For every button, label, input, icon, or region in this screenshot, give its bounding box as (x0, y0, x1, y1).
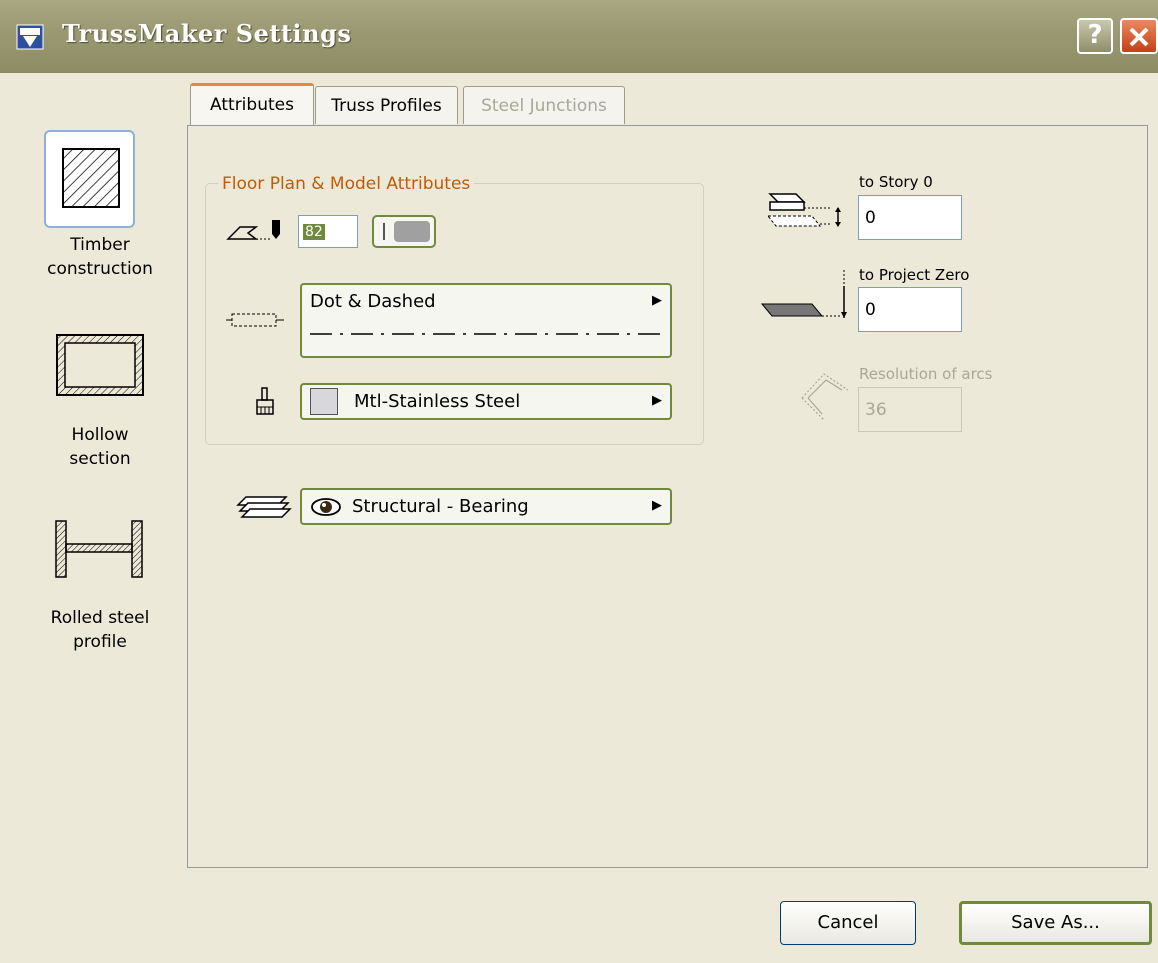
tab-truss-profiles[interactable]: Truss Profiles (315, 86, 458, 124)
line-type-preview (310, 333, 666, 335)
sidebar-item-label: construction (47, 259, 153, 279)
resolution-label: Resolution of arcs (859, 365, 993, 383)
story-elevation-value: 0 (865, 208, 876, 228)
tab-label: Steel Junctions (481, 96, 607, 116)
layer-label: Structural - Bearing (352, 496, 529, 517)
sidebar-item-label: Rolled steel (50, 608, 150, 628)
material-swatch (310, 388, 338, 415)
tab-label: Truss Profiles (331, 96, 442, 116)
app-icon (16, 24, 44, 50)
project-zero-input[interactable]: 0 (858, 287, 962, 332)
story-elevation-icon (766, 193, 841, 227)
material-label: Mtl-Stainless Steel (354, 391, 521, 412)
resolution-input: 36 (858, 387, 962, 432)
project-zero-icon (760, 270, 847, 318)
popup-arrow-icon: ▶ (652, 393, 662, 408)
cancel-label: Cancel (817, 912, 879, 933)
window-title: TrussMaker Settings (62, 19, 352, 48)
tab-steel-junctions: Steel Junctions (463, 86, 625, 124)
material-popup[interactable]: Mtl-Stainless Steel ▶ (300, 383, 672, 420)
sidebar-item-label: Hollow (71, 425, 129, 445)
hollow-section-icon (56, 334, 144, 396)
popup-arrow-icon: ▶ (652, 498, 662, 513)
project-zero-value: 0 (865, 300, 876, 320)
pen-number-field[interactable]: 82 (298, 215, 358, 248)
eye-icon (311, 498, 341, 516)
close-button[interactable] (1120, 18, 1158, 54)
help-icon: ? (1087, 20, 1103, 50)
sidebar-item-label: profile (73, 632, 127, 652)
group-title: Floor Plan & Model Attributes (218, 174, 475, 194)
sidebar-item-label: section (69, 449, 131, 469)
save-as-button[interactable]: Save As... (959, 901, 1152, 945)
pen-color-button[interactable] (372, 215, 436, 248)
pen-value: 82 (303, 224, 325, 240)
pen-color-swatch (394, 221, 430, 242)
timber-icon-frame (44, 130, 135, 228)
story-elevation-input[interactable]: 0 (858, 195, 962, 240)
resolution-value: 36 (865, 400, 887, 420)
line-type-label: Dot & Dashed (310, 291, 436, 312)
cancel-button[interactable]: Cancel (780, 901, 916, 945)
tab-attributes[interactable]: Attributes (190, 83, 314, 125)
save-as-label: Save As... (1011, 912, 1100, 933)
pen-icon (226, 220, 280, 240)
title-bar[interactable]: TrussMaker Settings ? (0, 0, 1158, 73)
popup-arrow-icon: ▶ (652, 293, 662, 308)
material-brush-icon (256, 387, 274, 415)
layer-icon (236, 496, 292, 518)
timber-hatch-icon (62, 148, 120, 208)
sidebar-item-label: Timber (70, 235, 130, 255)
project-zero-label: to Project Zero (859, 266, 970, 284)
rolled-steel-icon (55, 520, 143, 578)
line-type-icon (226, 313, 284, 327)
arc-resolution-icon (801, 373, 849, 421)
help-button[interactable]: ? (1077, 18, 1113, 54)
close-icon (1129, 27, 1149, 47)
line-type-popup[interactable]: Dot & Dashed ▶ (300, 283, 672, 358)
story-label: to Story 0 (859, 173, 933, 191)
tab-label: Attributes (210, 95, 294, 115)
trussmaker-settings-dialog: TrussMaker Settings ? Timber constructio… (0, 0, 1158, 963)
layer-popup[interactable]: Structural - Bearing ▶ (300, 488, 672, 525)
